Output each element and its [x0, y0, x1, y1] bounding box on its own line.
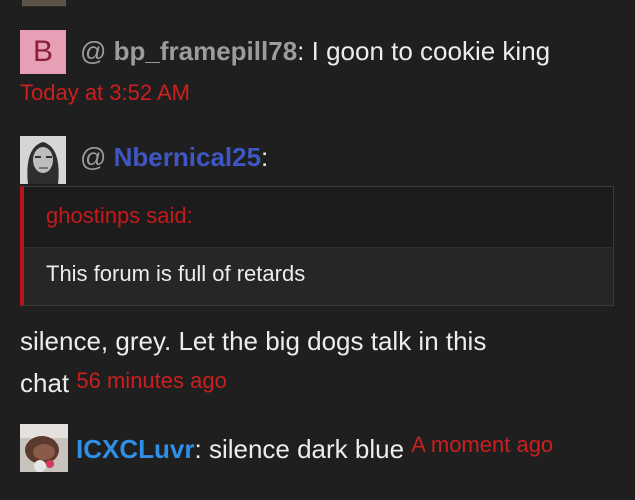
username-link[interactable]: ICXCLuvr	[76, 434, 194, 464]
mention-at: @	[80, 36, 107, 66]
user-photo	[20, 424, 68, 472]
user-photo	[20, 136, 66, 184]
message-text: silence dark blue	[208, 434, 405, 464]
avatar-letter: B	[32, 35, 53, 68]
avatar[interactable]: B	[20, 30, 66, 74]
timestamp[interactable]: A moment ago	[411, 432, 553, 457]
message-text-continued: chat 56 minutes ago	[20, 368, 227, 399]
separator: :	[261, 142, 269, 172]
message-text: silence, grey. Let the big dogs talk in …	[20, 326, 487, 356]
separator: :	[297, 36, 305, 66]
avatar[interactable]	[20, 136, 66, 184]
mention-at: @	[80, 142, 107, 172]
quote-text: This forum is full of retards	[46, 261, 306, 286]
message-text: I goon to cookie king	[311, 36, 551, 66]
timestamp[interactable]: 56 minutes ago	[76, 368, 226, 393]
previous-avatar-fragment	[22, 0, 66, 7]
quote-author[interactable]: ghostinps said:	[46, 203, 193, 229]
separator: :	[194, 434, 202, 464]
username-link[interactable]: bp_framepill78	[114, 36, 298, 66]
timestamp[interactable]: Today at 3:52 AM	[20, 80, 190, 106]
message-line: @ bp_framepill78: I goon to cookie king	[80, 36, 550, 67]
message-line: ICXCLuvr: silence dark blue A moment ago	[76, 432, 553, 465]
username-link[interactable]: Nbernical25	[114, 142, 261, 172]
quote-block: ghostinps said: This forum is full of re…	[20, 186, 614, 306]
quote-header: ghostinps said:	[24, 187, 613, 248]
message-text-line2: chat	[20, 368, 70, 398]
avatar[interactable]	[20, 424, 68, 472]
message-line: @ Nbernical25:	[80, 142, 268, 173]
